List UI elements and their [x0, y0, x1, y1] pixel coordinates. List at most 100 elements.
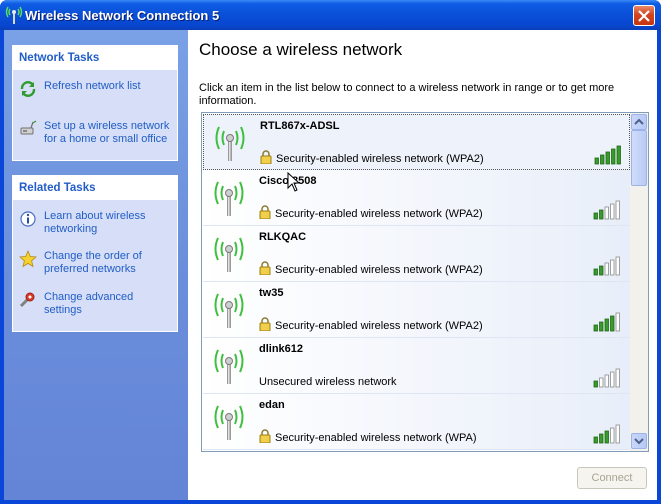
- signal-bar: [604, 430, 609, 444]
- change-preferred-order-link[interactable]: Change the order of preferred networks: [19, 250, 175, 278]
- signal-bar: [599, 433, 604, 444]
- signal-bar: [593, 324, 598, 332]
- signal-bar: [593, 268, 598, 276]
- signal-bar: [593, 380, 598, 388]
- scroll-up-button[interactable]: [631, 114, 647, 130]
- signal-bar: [604, 206, 609, 220]
- lock-icon: [259, 205, 271, 220]
- signal-bar: [610, 427, 615, 444]
- settings-icon: [19, 292, 35, 308]
- close-button[interactable]: [633, 5, 655, 26]
- main-content: Choose a wireless network Click an item …: [188, 30, 657, 500]
- network-row[interactable]: RTL867x-ADSL Security-enabled wireless ne…: [203, 114, 630, 170]
- wireless-antenna-icon: [211, 402, 247, 442]
- title-bar[interactable]: Wireless Network Connection 5: [0, 0, 661, 30]
- signal-bar: [593, 212, 598, 220]
- learn-about-wireless-label: Learn about wireless networking: [44, 210, 146, 235]
- instruction-text: Click an item in the list below to conne…: [199, 82, 615, 107]
- network-tasks-panel: Network Tasks Refresh network list Set u…: [12, 45, 178, 161]
- signal-bar: [604, 318, 609, 332]
- lock-icon: [259, 261, 271, 276]
- signal-bar: [599, 265, 604, 276]
- network-security: Security-enabled wireless network (WPA2): [275, 208, 483, 220]
- setup-wireless-network-label: Set up a wireless network for a home or …: [44, 120, 170, 145]
- network-list[interactable]: edan Security-enabled wireless network (W…: [201, 112, 649, 452]
- refresh-network-list-label: Refresh network list: [44, 80, 141, 92]
- change-advanced-settings-label: Change advanced settings: [44, 291, 134, 316]
- wireless-icon: [5, 6, 23, 24]
- network-row[interactable]: dlink612 Unsecured wireless network: [203, 338, 630, 394]
- task-pane: Network Tasks Refresh network list Set u…: [4, 30, 188, 500]
- signal-bar: [599, 321, 604, 332]
- wireless-antenna-icon: [211, 234, 247, 274]
- signal-bar: [615, 424, 620, 444]
- page-title: Choose a wireless network: [199, 40, 403, 59]
- signal-bar: [605, 151, 610, 165]
- signal-strength-icon: [593, 312, 620, 332]
- list-scrollbar[interactable]: [630, 113, 648, 451]
- connect-button[interactable]: Connect: [577, 467, 647, 489]
- signal-bar: [599, 209, 604, 220]
- lock-icon: [259, 317, 271, 332]
- network-ssid: edan: [259, 399, 285, 411]
- signal-bar: [593, 436, 598, 444]
- signal-strength-icon: [594, 145, 621, 165]
- window-title: Wireless Network Connection 5: [25, 8, 220, 23]
- dialog-window: Wireless Network Connection 5 Network Ta…: [0, 0, 661, 504]
- lock-icon: [259, 429, 271, 444]
- network-security: Security-enabled wireless network (WPA2): [276, 153, 484, 165]
- network-row[interactable]: edan Security-enabled wireless network (W…: [203, 394, 630, 450]
- network-ssid: dlink612: [259, 343, 304, 355]
- signal-strength-icon: [593, 200, 620, 220]
- close-icon: [638, 10, 650, 22]
- scroll-thumb[interactable]: [631, 130, 647, 186]
- related-tasks-panel: Related Tasks Learn about wireless netwo…: [12, 175, 178, 332]
- signal-bar: [599, 377, 604, 388]
- network-row[interactable]: Cisco 8508 Security-enabled wireless netw…: [203, 170, 630, 226]
- network-ssid: RTL867x-ADSL: [260, 120, 340, 132]
- signal-bar: [615, 256, 620, 276]
- network-security: Security-enabled wireless network (WPA2): [275, 320, 483, 332]
- wireless-antenna-icon: [211, 290, 247, 330]
- signal-bar: [616, 145, 621, 165]
- signal-bar: [600, 154, 605, 165]
- chevron-up-icon: [634, 118, 644, 125]
- signal-bar: [610, 315, 615, 332]
- setup-wireless-network-link[interactable]: Set up a wireless network for a home or …: [19, 120, 175, 148]
- network-security: Security-enabled wireless network (WPA2): [275, 264, 483, 276]
- network-security: Security-enabled wireless network (WPA): [275, 432, 477, 444]
- network-tasks-title: Network Tasks: [13, 46, 177, 70]
- network-ssid: RLKQAC: [259, 231, 307, 243]
- lock-icon: [260, 150, 272, 165]
- scroll-down-button[interactable]: [631, 433, 647, 449]
- info-icon: [20, 211, 36, 227]
- setup-network-icon: [20, 120, 37, 135]
- signal-strength-icon: [593, 424, 620, 444]
- related-tasks-title: Related Tasks: [13, 176, 177, 200]
- network-row[interactable]: RLKQAC Security-enabled wireless network …: [203, 226, 630, 282]
- network-ssid: tw35: [259, 287, 284, 299]
- wireless-antenna-icon: [212, 123, 248, 163]
- signal-bar: [615, 368, 620, 388]
- star-icon: [19, 250, 37, 268]
- signal-bar: [610, 371, 615, 388]
- signal-bar: [594, 157, 599, 165]
- learn-about-wireless-link[interactable]: Learn about wireless networking: [19, 210, 175, 238]
- wireless-antenna-icon: [211, 178, 247, 218]
- change-advanced-settings-link[interactable]: Change advanced settings: [19, 291, 175, 319]
- signal-bar: [604, 374, 609, 388]
- chevron-down-icon: [634, 438, 644, 445]
- signal-bar: [610, 203, 615, 220]
- refresh-network-list-link[interactable]: Refresh network list: [19, 80, 175, 98]
- signal-bar: [615, 200, 620, 220]
- refresh-icon: [20, 81, 36, 97]
- network-security: Unsecured wireless network: [259, 376, 397, 388]
- dialog-client: Network Tasks Refresh network list Set u…: [4, 30, 657, 500]
- network-row[interactable]: tw35 Security-enabled wireless network (W…: [203, 282, 630, 338]
- signal-bar: [615, 312, 620, 332]
- signal-strength-icon: [593, 256, 620, 276]
- mouse-cursor-icon: [287, 172, 301, 192]
- change-preferred-order-label: Change the order of preferred networks: [44, 250, 142, 275]
- signal-bar: [604, 262, 609, 276]
- signal-strength-icon: [593, 368, 620, 388]
